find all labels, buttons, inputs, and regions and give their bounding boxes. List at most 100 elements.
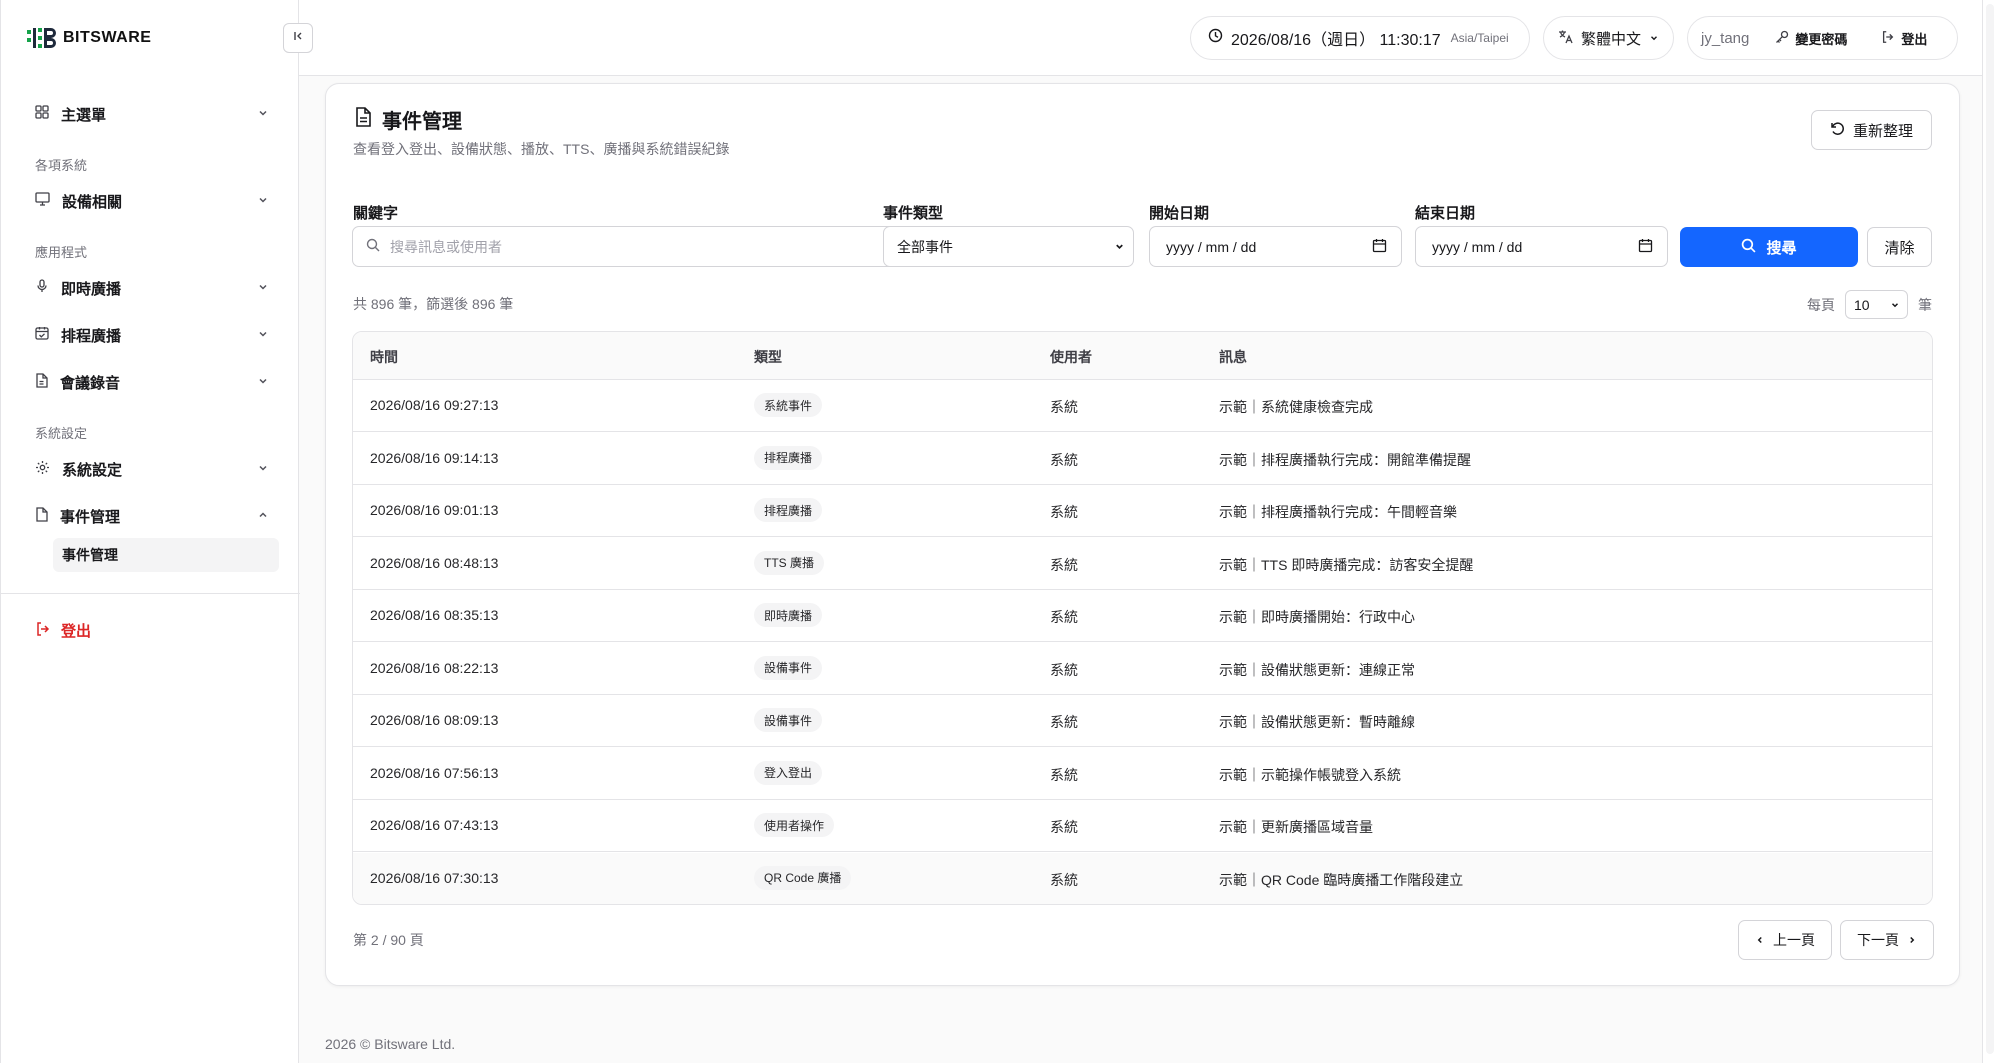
chevron-down-icon [257, 106, 269, 123]
table-row[interactable]: 2026/08/16 07:30:13 QR Code 廣播 系統 示範｜QR Cod… [353, 852, 1932, 904]
per-page-value: 10 [1854, 296, 1870, 313]
username: jy_tang [1701, 29, 1750, 47]
table-row[interactable]: 2026/08/16 09:01:13 排程廣播 系統 示範｜排程廣播執行完成：午間輕… [353, 485, 1932, 537]
cell-time: 2026/08/16 07:43:13 [370, 817, 499, 833]
table-row[interactable]: 2026/08/16 09:14:13 排程廣播 系統 示範｜排程廣播執行完成：開館準… [353, 433, 1932, 485]
sidebar-item-event-management[interactable]: 事件管理 [27, 494, 277, 538]
cell-user: 系統 [1050, 399, 1078, 415]
table-row[interactable]: 2026/08/16 07:56:13 登入登出 系統 示範｜示範操作帳號登入系統 [353, 748, 1932, 800]
sidebar-item-label: 會議錄音 [60, 374, 121, 392]
sidebar-item-meeting-recording[interactable]: 會議錄音 [27, 360, 277, 404]
chevron-down-icon [1114, 239, 1125, 255]
scrollbar-thumb[interactable] [1986, 4, 1994, 1054]
chevron-up-icon [257, 508, 269, 525]
result-count: 共 896 筆，篩選後 896 筆 [353, 296, 514, 312]
keyword-search-input[interactable]: 搜尋訊息或使用者 [352, 226, 905, 267]
table-header: 時間 類型 使用者 訊息 [353, 332, 1932, 380]
cell-user: 系統 [1050, 661, 1078, 678]
table-row[interactable]: 2026/08/16 08:35:13 即時廣播 系統 示範｜即時廣播開始：行政中心 [353, 590, 1932, 642]
nav-group-settings: 系統設定 [35, 426, 88, 441]
datetime-text: 2026/08/16（週日） 11:30:17 [1231, 32, 1441, 49]
top-bar: 2026/08/16（週日） 11:30:17 Asia/Taipei 繁體中文… [299, 0, 1997, 76]
user-menu: jy_tang 變更密碼 登出 [1687, 16, 1958, 60]
sidebar-item-label: 排程廣播 [61, 327, 122, 345]
logout-icon [1881, 30, 1895, 47]
event-type-value: 全部事件 [897, 238, 953, 255]
file-text-icon [354, 106, 372, 133]
cell-user: 系統 [1050, 504, 1078, 520]
nav-group-systems: 各項系統 [35, 158, 88, 173]
table-row[interactable]: 2026/08/16 08:22:13 設備事件 系統 示範｜設備狀態更新：連線正常 [353, 643, 1932, 695]
table-row[interactable]: 2026/08/16 09:27:13 系統事件 系統 示範｜系統健康檢查完成 [353, 380, 1932, 432]
language-selector[interactable]: 繁體中文 [1543, 16, 1674, 60]
refresh-label: 重新整理 [1852, 122, 1913, 140]
sidebar-item-system-settings[interactable]: 系統設定 [27, 447, 277, 491]
bitsware-logo-icon [27, 26, 57, 50]
chevron-left-icon [1755, 932, 1765, 948]
clear-button[interactable]: 清除 [1867, 227, 1932, 267]
event-type-label: 事件類型 [883, 205, 944, 222]
chevron-down-icon [1649, 30, 1659, 47]
brand-logo[interactable]: BITSWARE [27, 26, 151, 50]
table-row[interactable]: 2026/08/16 07:43:13 使用者操作 系統 示範｜更新廣播區域音量 [353, 800, 1932, 852]
sidebar-item-main-menu[interactable]: 主選單 [27, 92, 277, 136]
next-page-button[interactable]: 下一頁 [1840, 920, 1934, 960]
collapse-left-icon [292, 29, 304, 47]
sidebar-item-devices[interactable]: 設備相關 [27, 179, 277, 223]
per-page-label: 每頁 [1807, 296, 1835, 313]
start-date-input[interactable]: yyyy / mm / dd [1149, 226, 1402, 267]
search-button[interactable]: 搜尋 [1680, 227, 1858, 267]
sidebar-item-label: 主選單 [61, 106, 107, 124]
cell-message: 示範｜TTS 即時廣播完成：訪客安全提醒 [1219, 556, 1474, 573]
sidebar-logout-button[interactable]: 登出 [35, 620, 91, 641]
start-date-label: 開始日期 [1149, 205, 1210, 222]
search-icon [1741, 238, 1757, 257]
per-page-select[interactable]: 10 [1845, 290, 1908, 319]
page-info: 第 2 / 90 頁 [353, 932, 424, 948]
logout-label: 登出 [1901, 31, 1928, 47]
file-icon [35, 506, 48, 526]
chevron-down-icon [257, 193, 269, 210]
collapse-sidebar-button[interactable] [283, 23, 313, 53]
prev-page-button[interactable]: 上一頁 [1738, 920, 1832, 960]
end-date-value: yyyy / mm / dd [1432, 238, 1523, 255]
event-type-select[interactable]: 全部事件 [883, 226, 1134, 267]
cell-time: 2026/08/16 08:48:13 [370, 554, 499, 571]
end-date-input[interactable]: yyyy / mm / dd [1415, 226, 1668, 267]
table-row[interactable]: 2026/08/16 08:48:13 TTS 廣播 系統 示範｜TTS 即時廣播完成… [353, 538, 1932, 590]
next-page-label: 下一頁 [1857, 932, 1899, 948]
cell-time: 2026/08/16 09:01:13 [370, 502, 499, 518]
cell-message: 示範｜排程廣播執行完成：開館準備提醒 [1219, 451, 1471, 468]
type-badge: 即時廣播 [754, 603, 823, 627]
cell-message: 示範｜系統健康檢查完成 [1219, 399, 1373, 415]
cell-message: 示範｜排程廣播執行完成：午間輕音樂 [1219, 504, 1457, 520]
type-badge: 系統事件 [754, 393, 823, 417]
sidebar-subitem-event-management[interactable]: 事件管理 [53, 538, 279, 572]
sidebar-item-label: 設備相關 [62, 193, 123, 211]
header-type: 類型 [754, 349, 782, 365]
refresh-button[interactable]: 重新整理 [1811, 110, 1932, 150]
cell-time: 2026/08/16 08:09:13 [370, 712, 499, 728]
calendar-icon [1638, 238, 1653, 256]
per-page-unit: 筆 [1918, 296, 1932, 313]
brand-name: BITSWARE [63, 29, 152, 46]
table-row[interactable]: 2026/08/16 08:09:13 設備事件 系統 示範｜設備狀態更新：暫時離線 [353, 695, 1932, 747]
event-management-card: 事件管理 查看登入登出、設備狀態、播放、TTS、廣播與系統錯誤紀錄 重新整理 關… [325, 83, 1960, 986]
header-message: 訊息 [1219, 349, 1247, 365]
sidebar-item-live-broadcast[interactable]: 即時廣播 [27, 266, 277, 310]
page-scrollbar[interactable] [1982, 0, 1997, 1063]
cell-time: 2026/08/16 07:30:13 [370, 869, 499, 886]
cell-message: 示範｜QR Code 臨時廣播工作階段建立 [1219, 871, 1464, 888]
cell-message: 示範｜設備狀態更新：連線正常 [1219, 661, 1415, 678]
cell-user: 系統 [1050, 714, 1078, 730]
clock-icon [1208, 28, 1223, 48]
change-password-button[interactable]: 變更密碼 [1775, 29, 1847, 48]
topbar-logout-button[interactable]: 登出 [1881, 29, 1927, 48]
translate-icon [1558, 29, 1573, 48]
header-time: 時間 [370, 349, 398, 365]
nav-group-apps: 應用程式 [35, 245, 88, 260]
type-badge: 排程廣播 [754, 498, 823, 522]
monitor-icon [35, 192, 50, 210]
sidebar-item-scheduled-broadcast[interactable]: 排程廣播 [27, 313, 277, 357]
header-user: 使用者 [1050, 349, 1092, 365]
